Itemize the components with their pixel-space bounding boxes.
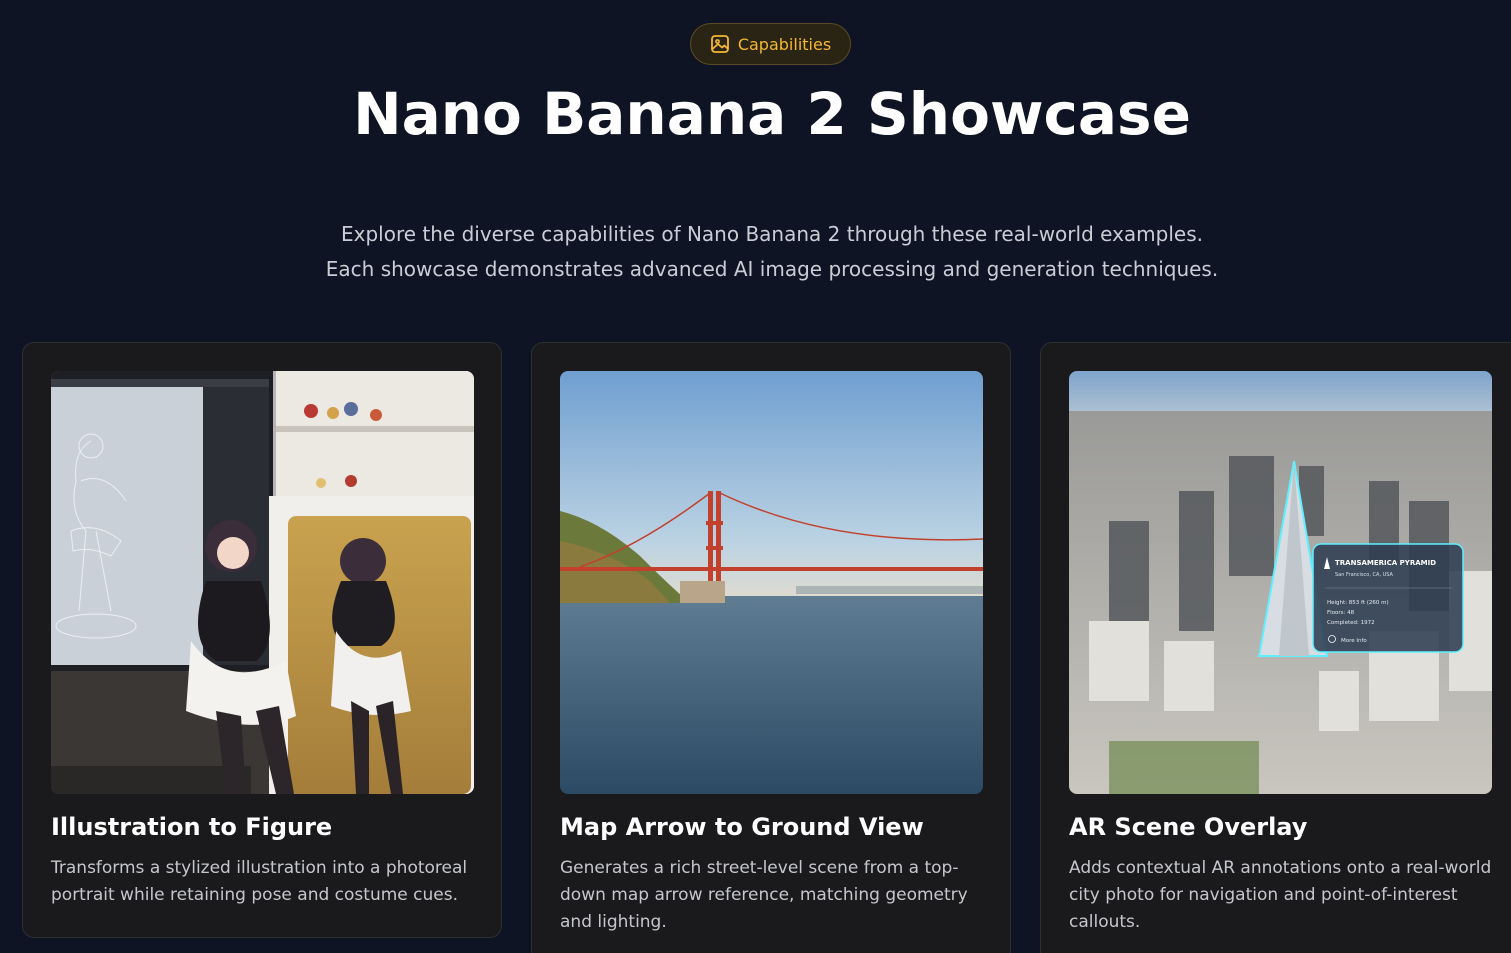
card-description: Transforms a stylized illustration into … [51, 858, 468, 905]
showcase-card-illustration-to-figure[interactable]: Illustration to Figure Transforms a styl… [22, 342, 502, 938]
ar-poi-height: Height: 853 ft (260 m) [1327, 600, 1389, 606]
capabilities-badge: Capabilities [690, 23, 851, 65]
showcase-page: Capabilities Nano Banana 2 Showcase Expl… [0, 0, 1511, 953]
card-title: Map Arrow to Ground View [560, 813, 924, 841]
badge-label: Capabilities [737, 34, 832, 54]
subtitle-line-2: Each showcase demonstrates advanced AI i… [325, 257, 1219, 281]
page-title: Nano Banana 2 Showcase [353, 80, 1191, 148]
card-image-city-ar-overlay: TRANSAMERICA PYRAMID San Francisco, CA, … [1069, 371, 1492, 794]
showcase-card-map-arrow-to-ground-view[interactable]: Map Arrow to Ground View Generates a ric… [531, 342, 1011, 953]
ar-poi-more-info: More Info [1341, 638, 1367, 644]
ar-poi-location: San Francisco, CA, USA [1335, 572, 1394, 578]
subtitle-line-1: Explore the diverse capabilities of Nano… [341, 222, 1203, 246]
card-image-golden-gate-bridge [560, 371, 983, 794]
page-subtitle: Explore the diverse capabilities of Nano… [0, 217, 1511, 287]
card-image-anime-figure [51, 371, 474, 794]
card-title: Illustration to Figure [51, 813, 333, 841]
showcase-card-ar-scene-overlay[interactable]: TRANSAMERICA PYRAMID San Francisco, CA, … [1040, 342, 1511, 953]
card-description: Adds contextual AR annotations onto a re… [1069, 858, 1492, 932]
ar-poi-name: TRANSAMERICA PYRAMID [1335, 559, 1436, 567]
card-description: Generates a rich street-level scene from… [560, 858, 968, 932]
image-icon [710, 34, 730, 54]
ar-poi-floors: Floors: 48 [1327, 610, 1355, 616]
card-title: AR Scene Overlay [1069, 813, 1308, 841]
ar-poi-completed: Completed: 1972 [1327, 620, 1375, 626]
